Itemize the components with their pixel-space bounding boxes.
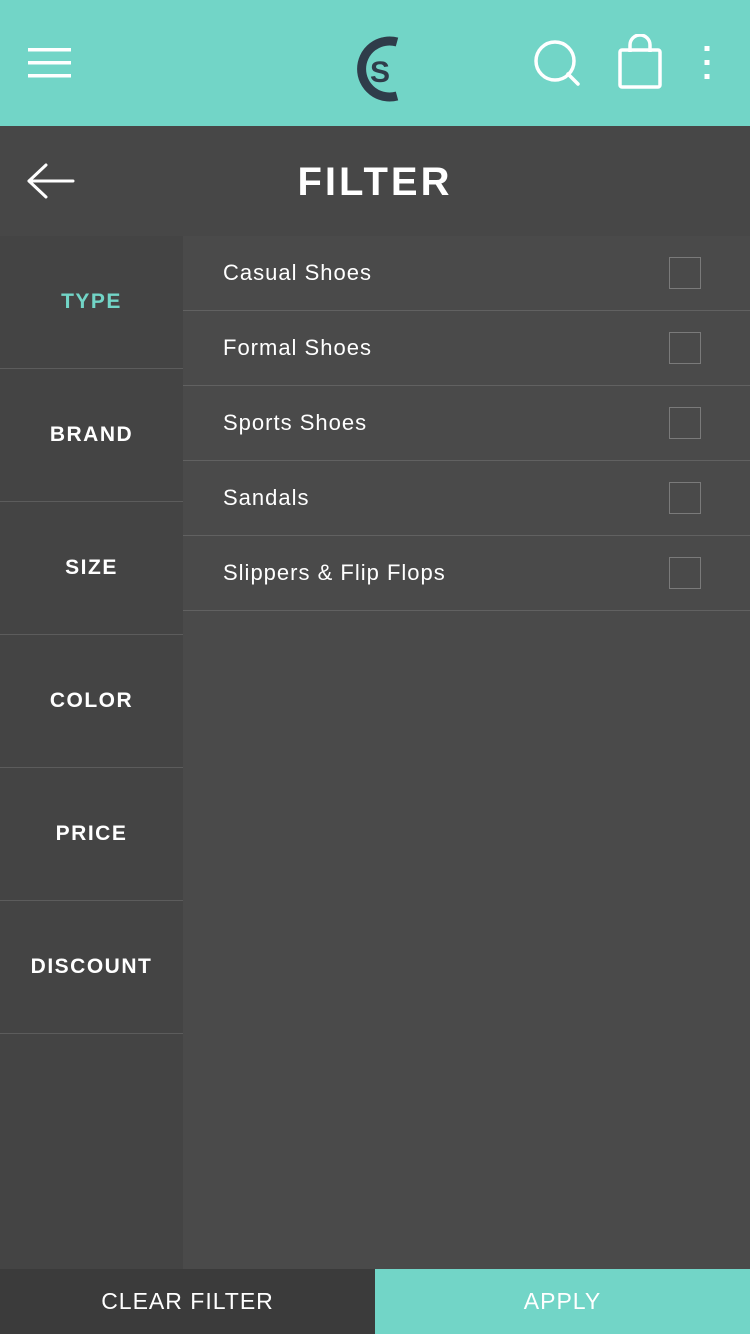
option-checkbox[interactable] bbox=[669, 482, 701, 514]
option-label: Sandals bbox=[223, 485, 310, 510]
category-type[interactable]: TYPE bbox=[0, 236, 183, 369]
more-vertical-icon[interactable] bbox=[694, 42, 720, 84]
shopping-bag-icon[interactable] bbox=[616, 34, 664, 90]
category-discount[interactable]: DISCOUNT bbox=[0, 901, 183, 1034]
option-label: Sports Shoes bbox=[223, 410, 368, 435]
brand-logo[interactable]: S bbox=[345, 36, 407, 102]
option-label: Slippers & Flip Flops bbox=[223, 560, 446, 585]
app-bar: S bbox=[0, 0, 750, 126]
option-row-casual-shoes[interactable]: Casual Shoes bbox=[183, 236, 750, 311]
logo-letter: S bbox=[370, 56, 390, 89]
filter-header: FILTER bbox=[0, 126, 750, 236]
option-label: Casual Shoes bbox=[223, 260, 372, 285]
option-checkbox[interactable] bbox=[669, 257, 701, 289]
filter-option-list: Casual Shoes Formal Shoes Sports Shoes S… bbox=[183, 236, 750, 1269]
option-checkbox[interactable] bbox=[669, 557, 701, 589]
category-size[interactable]: SIZE bbox=[0, 502, 183, 635]
category-color[interactable]: COLOR bbox=[0, 635, 183, 768]
page-title: FILTER bbox=[297, 160, 453, 204]
option-checkbox[interactable] bbox=[669, 407, 701, 439]
option-checkbox[interactable] bbox=[669, 332, 701, 364]
category-brand[interactable]: BRAND bbox=[0, 369, 183, 502]
category-price[interactable]: PRICE bbox=[0, 768, 183, 901]
clear-filter-button[interactable]: CLEAR FILTER bbox=[0, 1269, 375, 1334]
option-row-slippers-flip-flops[interactable]: Slippers & Flip Flops bbox=[183, 536, 750, 611]
filter-category-list: TYPE BRAND SIZE COLOR PRICE DISCOUNT bbox=[0, 236, 183, 1269]
option-label: Formal Shoes bbox=[223, 335, 372, 360]
search-icon[interactable] bbox=[532, 38, 582, 88]
option-row-sandals[interactable]: Sandals bbox=[183, 461, 750, 536]
bottom-action-bar: CLEAR FILTER APPLY bbox=[0, 1269, 750, 1334]
hamburger-menu-icon[interactable] bbox=[28, 46, 72, 80]
option-row-sports-shoes[interactable]: Sports Shoes bbox=[183, 386, 750, 461]
apply-button[interactable]: APPLY bbox=[375, 1269, 750, 1334]
option-row-formal-shoes[interactable]: Formal Shoes bbox=[183, 311, 750, 386]
